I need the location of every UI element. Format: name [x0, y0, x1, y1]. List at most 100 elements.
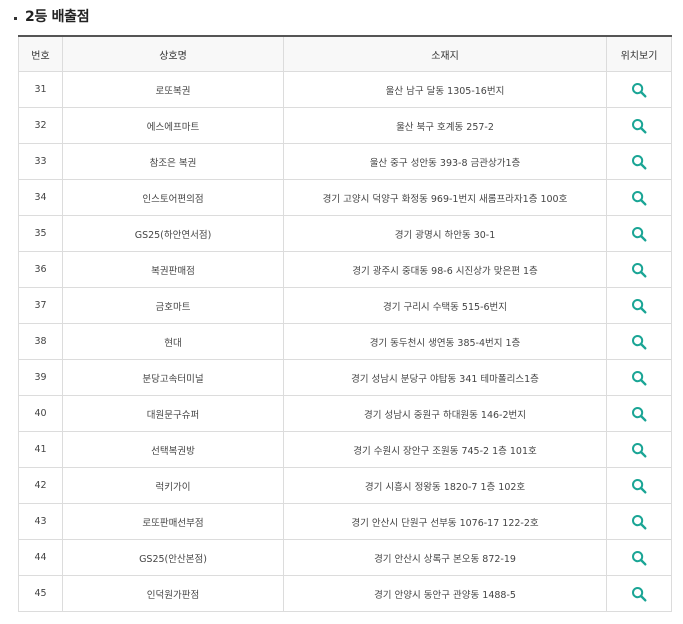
- store-no-cell: 35: [18, 215, 63, 252]
- header-map: 위치보기: [606, 36, 672, 72]
- table-row: 42 럭키가이 경기 시흥시 정왕동 1820-7 1층 102호: [18, 467, 672, 504]
- section-title-text: 2등 배출점: [25, 9, 90, 25]
- map-cell: [606, 431, 672, 468]
- search-icon[interactable]: [631, 514, 647, 530]
- search-icon[interactable]: [631, 262, 647, 278]
- search-icon[interactable]: [631, 82, 647, 98]
- store-no-cell: 36: [18, 251, 63, 288]
- store-address-cell: 울산 중구 성안동 393-8 금관상가1층: [283, 143, 607, 180]
- search-icon[interactable]: [631, 226, 647, 242]
- store-name-cell: GS25(안산본점): [62, 539, 284, 576]
- search-icon[interactable]: [631, 334, 647, 350]
- store-no-cell: 42: [18, 467, 63, 504]
- store-no-cell: 39: [18, 359, 63, 396]
- table-row: 38 현대 경기 동두천시 생연동 385-4번지 1층: [18, 323, 672, 360]
- map-cell: [606, 395, 672, 432]
- bullet-dot: [14, 16, 17, 20]
- header-name: 상호명: [62, 36, 284, 72]
- store-name-cell: 로또복권: [62, 71, 284, 108]
- map-cell: [606, 287, 672, 324]
- map-cell: [606, 251, 672, 288]
- store-name-cell: 에스에프마트: [62, 107, 284, 144]
- store-name-cell: GS25(하안연서점): [62, 215, 284, 252]
- store-no-cell: 43: [18, 503, 63, 540]
- store-address-cell: 경기 광명시 하안동 30-1: [283, 215, 607, 252]
- map-cell: [606, 143, 672, 180]
- table-row: 45 인덕원가판점 경기 안양시 동안구 관양동 1488-5: [18, 575, 672, 612]
- table-row: 37 금호마트 경기 구리시 수택동 515-6번지: [18, 287, 672, 324]
- store-no-cell: 37: [18, 287, 63, 324]
- search-icon[interactable]: [631, 550, 647, 566]
- store-no-cell: 40: [18, 395, 63, 432]
- table-row: 41 선택복권방 경기 수원시 장안구 조원동 745-2 1층 101호: [18, 431, 672, 468]
- store-no-cell: 38: [18, 323, 63, 360]
- search-icon[interactable]: [631, 442, 647, 458]
- store-name-cell: 참조은 복권: [62, 143, 284, 180]
- store-address-cell: 경기 안산시 상록구 본오동 872-19: [283, 539, 607, 576]
- store-name-cell: 선택복권방: [62, 431, 284, 468]
- map-cell: [606, 467, 672, 504]
- store-no-cell: 34: [18, 179, 63, 216]
- store-address-cell: 경기 수원시 장안구 조원동 745-2 1층 101호: [283, 431, 607, 468]
- map-cell: [606, 215, 672, 252]
- header-no: 번호: [18, 36, 63, 72]
- header-address: 소재지: [283, 36, 607, 72]
- section-title: 2등 배출점: [12, 4, 90, 28]
- map-cell: [606, 323, 672, 360]
- map-cell: [606, 359, 672, 396]
- table-row: 34 인스토어편의점 경기 고양시 덕양구 화정동 969-1번지 새롬프라자1층 …: [18, 179, 672, 216]
- table-row: 43 로또판매선부점 경기 안산시 단원구 선부동 1076-17 122-2호: [18, 503, 672, 540]
- store-name-cell: 복권판매점: [62, 251, 284, 288]
- store-no-cell: 33: [18, 143, 63, 180]
- table-row: 39 분당고속터미널 경기 성남시 분당구 야탑동 341 테마폴리스1층: [18, 359, 672, 396]
- store-name-cell: 로또판매선부점: [62, 503, 284, 540]
- store-name-cell: 인스토어편의점: [62, 179, 284, 216]
- search-icon[interactable]: [631, 478, 647, 494]
- table-row: 33 참조은 복권 울산 중구 성안동 393-8 금관상가1층: [18, 143, 672, 180]
- table-row: 40 대원문구슈퍼 경기 성남시 중원구 하대원동 146-2번지: [18, 395, 672, 432]
- store-address-cell: 경기 동두천시 생연동 385-4번지 1층: [283, 323, 607, 360]
- search-icon[interactable]: [631, 118, 647, 134]
- store-address-cell: 경기 고양시 덕양구 화정동 969-1번지 새롬프라자1층 100호: [283, 179, 607, 216]
- store-address-cell: 경기 광주시 중대동 98-6 시진상가 맞은편 1층: [283, 251, 607, 288]
- search-icon[interactable]: [631, 190, 647, 206]
- store-address-cell: 경기 구리시 수택동 515-6번지: [283, 287, 607, 324]
- store-name-cell: 대원문구슈퍼: [62, 395, 284, 432]
- search-icon[interactable]: [631, 586, 647, 602]
- store-name-cell: 인덕원가판점: [62, 575, 284, 612]
- store-address-cell: 경기 안산시 단원구 선부동 1076-17 122-2호: [283, 503, 607, 540]
- store-no-cell: 32: [18, 107, 63, 144]
- map-cell: [606, 179, 672, 216]
- store-no-cell: 45: [18, 575, 63, 612]
- store-name-cell: 분당고속터미널: [62, 359, 284, 396]
- winning-store-table: 번호 상호명 소재지 위치보기 31 로또복권 울산 남구 달동 1305-16번지…: [18, 35, 672, 612]
- table-row: 35 GS25(하안연서점) 경기 광명시 하안동 30-1: [18, 215, 672, 252]
- map-cell: [606, 71, 672, 108]
- store-address-cell: 경기 성남시 중원구 하대원동 146-2번지: [283, 395, 607, 432]
- store-name-cell: 럭키가이: [62, 467, 284, 504]
- search-icon[interactable]: [631, 154, 647, 170]
- store-no-cell: 44: [18, 539, 63, 576]
- search-icon[interactable]: [631, 370, 647, 386]
- table-body: 31 로또복권 울산 남구 달동 1305-16번지 32 에스에프마트 울산 북구 호계…: [18, 71, 672, 612]
- table-row: 36 복권판매점 경기 광주시 중대동 98-6 시진상가 맞은편 1층: [18, 251, 672, 288]
- store-address-cell: 울산 남구 달동 1305-16번지: [283, 71, 607, 108]
- store-name-cell: 금호마트: [62, 287, 284, 324]
- page: 2등 배출점 번호 상호명 소재지 위치보기 31 로또복권 울산 남구 달동 13…: [0, 0, 683, 624]
- map-cell: [606, 503, 672, 540]
- store-no-cell: 31: [18, 71, 63, 108]
- search-icon[interactable]: [631, 406, 647, 422]
- table-header-row: 번호 상호명 소재지 위치보기: [18, 36, 672, 72]
- search-icon[interactable]: [631, 298, 647, 314]
- store-name-cell: 현대: [62, 323, 284, 360]
- map-cell: [606, 107, 672, 144]
- map-cell: [606, 575, 672, 612]
- store-address-cell: 경기 성남시 분당구 야탑동 341 테마폴리스1층: [283, 359, 607, 396]
- store-address-cell: 울산 북구 호계동 257-2: [283, 107, 607, 144]
- store-address-cell: 경기 시흥시 정왕동 1820-7 1층 102호: [283, 467, 607, 504]
- store-address-cell: 경기 안양시 동안구 관양동 1488-5: [283, 575, 607, 612]
- store-no-cell: 41: [18, 431, 63, 468]
- map-cell: [606, 539, 672, 576]
- table-row: 32 에스에프마트 울산 북구 호계동 257-2: [18, 107, 672, 144]
- table-row: 44 GS25(안산본점) 경기 안산시 상록구 본오동 872-19: [18, 539, 672, 576]
